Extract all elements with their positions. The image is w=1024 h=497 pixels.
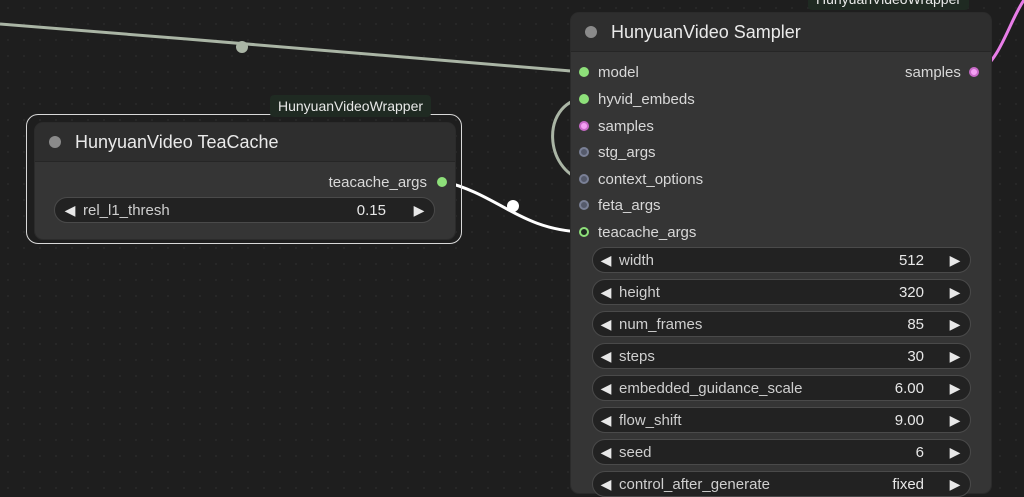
control-after-generate-widget[interactable]: ◀ control_after_generate fixed ▶ <box>592 471 971 497</box>
input-stg-args[interactable]: stg_args <box>579 139 656 165</box>
input-slot-dot-icon[interactable] <box>579 67 589 77</box>
widget-value: 85 <box>907 315 924 333</box>
input-label: hyvid_embeds <box>598 90 695 108</box>
flow-shift-widget[interactable]: ◀ flow_shift 9.00 ▶ <box>592 407 971 433</box>
teacache-wire-reroute-dot[interactable] <box>507 200 519 212</box>
widget-label: num_frames <box>619 315 703 333</box>
embedded-guidance-scale-widget[interactable]: ◀ embedded_guidance_scale 6.00 ▶ <box>592 375 971 401</box>
rel-l1-thresh-widget[interactable]: ◀ rel_l1_thresh 0.15 ▶ <box>54 197 435 223</box>
widget-value: 9.00 <box>894 411 924 429</box>
increment-arrow-icon[interactable]: ▶ <box>946 380 964 397</box>
steps-widget[interactable]: ◀ steps 30 ▶ <box>592 343 971 369</box>
input-label: model <box>598 63 639 81</box>
widget-label: seed <box>619 443 652 461</box>
decrement-arrow-icon[interactable]: ◀ <box>597 284 615 301</box>
widget-label: flow_shift <box>619 411 682 429</box>
group-label-teacache[interactable]: HunyuanVideoWrapper <box>270 95 432 117</box>
input-label: samples <box>598 117 654 135</box>
widget-value: 30 <box>907 347 924 365</box>
teacache-node[interactable]: HunyuanVideo TeaCache teacache_args ◀ re… <box>35 123 455 239</box>
model-wire[interactable] <box>0 22 584 74</box>
collapse-dot-icon[interactable] <box>49 136 61 148</box>
input-hyvid-embeds[interactable]: hyvid_embeds <box>579 86 695 112</box>
output-samples[interactable]: samples <box>905 59 979 85</box>
input-teacache-args[interactable]: teacache_args <box>579 219 696 245</box>
output-slot-dot-icon[interactable] <box>968 67 979 77</box>
input-label: stg_args <box>598 143 656 161</box>
collapse-dot-icon[interactable] <box>585 26 597 38</box>
seed-widget[interactable]: ◀ seed 6 ▶ <box>592 439 971 465</box>
input-context-options[interactable]: context_options <box>579 166 703 192</box>
widget-label: steps <box>619 347 655 365</box>
increment-arrow-icon[interactable]: ▶ <box>946 444 964 461</box>
group-label-top[interactable]: HunyuanVideoWrapper <box>808 0 970 10</box>
widget-label: embedded_guidance_scale <box>619 379 803 397</box>
widget-value: 0.15 <box>356 201 386 219</box>
output-slot-dot-icon[interactable] <box>437 177 447 187</box>
input-feta-args[interactable]: feta_args <box>579 192 661 218</box>
decrement-arrow-icon[interactable]: ◀ <box>597 348 615 365</box>
widget-label: height <box>619 283 660 301</box>
widget-value: 6.00 <box>894 379 924 397</box>
widget-value: fixed <box>892 475 924 493</box>
sampler-node-header[interactable]: HunyuanVideo Sampler <box>571 13 991 52</box>
input-slot-dot-icon[interactable] <box>579 121 589 131</box>
input-label: context_options <box>598 170 704 188</box>
widget-value: 6 <box>915 443 924 461</box>
teacache-wire[interactable] <box>441 179 584 234</box>
output-label: samples <box>905 63 961 81</box>
decrement-arrow-icon[interactable]: ◀ <box>597 476 615 493</box>
input-slot-dot-icon[interactable] <box>579 200 589 210</box>
increment-arrow-icon[interactable]: ▶ <box>946 284 964 301</box>
decrement-arrow-icon[interactable]: ◀ <box>61 202 79 219</box>
input-slot-dot-icon[interactable] <box>579 147 589 157</box>
decrement-arrow-icon[interactable]: ◀ <box>597 412 615 429</box>
output-label: teacache_args <box>328 173 427 191</box>
teacache-node-header[interactable]: HunyuanVideo TeaCache <box>35 123 455 162</box>
model-wire-reroute-dot[interactable] <box>236 41 248 53</box>
input-slot-dot-icon[interactable] <box>579 227 589 237</box>
decrement-arrow-icon[interactable]: ◀ <box>597 316 615 333</box>
increment-arrow-icon[interactable]: ▶ <box>946 348 964 365</box>
width-widget[interactable]: ◀ width 512 ▶ <box>592 247 971 273</box>
num-frames-widget[interactable]: ◀ num_frames 85 ▶ <box>592 311 971 337</box>
sampler-node-title: HunyuanVideo Sampler <box>611 21 801 42</box>
teacache-node-title: HunyuanVideo TeaCache <box>75 131 279 152</box>
widget-label: rel_l1_thresh <box>83 201 170 219</box>
increment-arrow-icon[interactable]: ▶ <box>410 202 428 219</box>
increment-arrow-icon[interactable]: ▶ <box>946 252 964 269</box>
widget-label: control_after_generate <box>619 475 770 493</box>
input-slot-dot-icon[interactable] <box>579 94 589 104</box>
decrement-arrow-icon[interactable]: ◀ <box>597 444 615 461</box>
input-label: teacache_args <box>598 223 697 241</box>
decrement-arrow-icon[interactable]: ◀ <box>597 252 615 269</box>
widget-value: 512 <box>898 251 924 269</box>
increment-arrow-icon[interactable]: ▶ <box>946 316 964 333</box>
input-samples[interactable]: samples <box>579 113 654 139</box>
input-slot-dot-icon[interactable] <box>579 174 589 184</box>
decrement-arrow-icon[interactable]: ◀ <box>597 380 615 397</box>
widget-value: 320 <box>898 283 924 301</box>
height-widget[interactable]: ◀ height 320 ▶ <box>592 279 971 305</box>
increment-arrow-icon[interactable]: ▶ <box>946 476 964 493</box>
widget-label: width <box>619 251 655 269</box>
output-teacache-args[interactable]: teacache_args <box>329 169 447 195</box>
increment-arrow-icon[interactable]: ▶ <box>946 412 964 429</box>
input-model[interactable]: model <box>579 59 639 85</box>
input-label: feta_args <box>598 196 661 214</box>
